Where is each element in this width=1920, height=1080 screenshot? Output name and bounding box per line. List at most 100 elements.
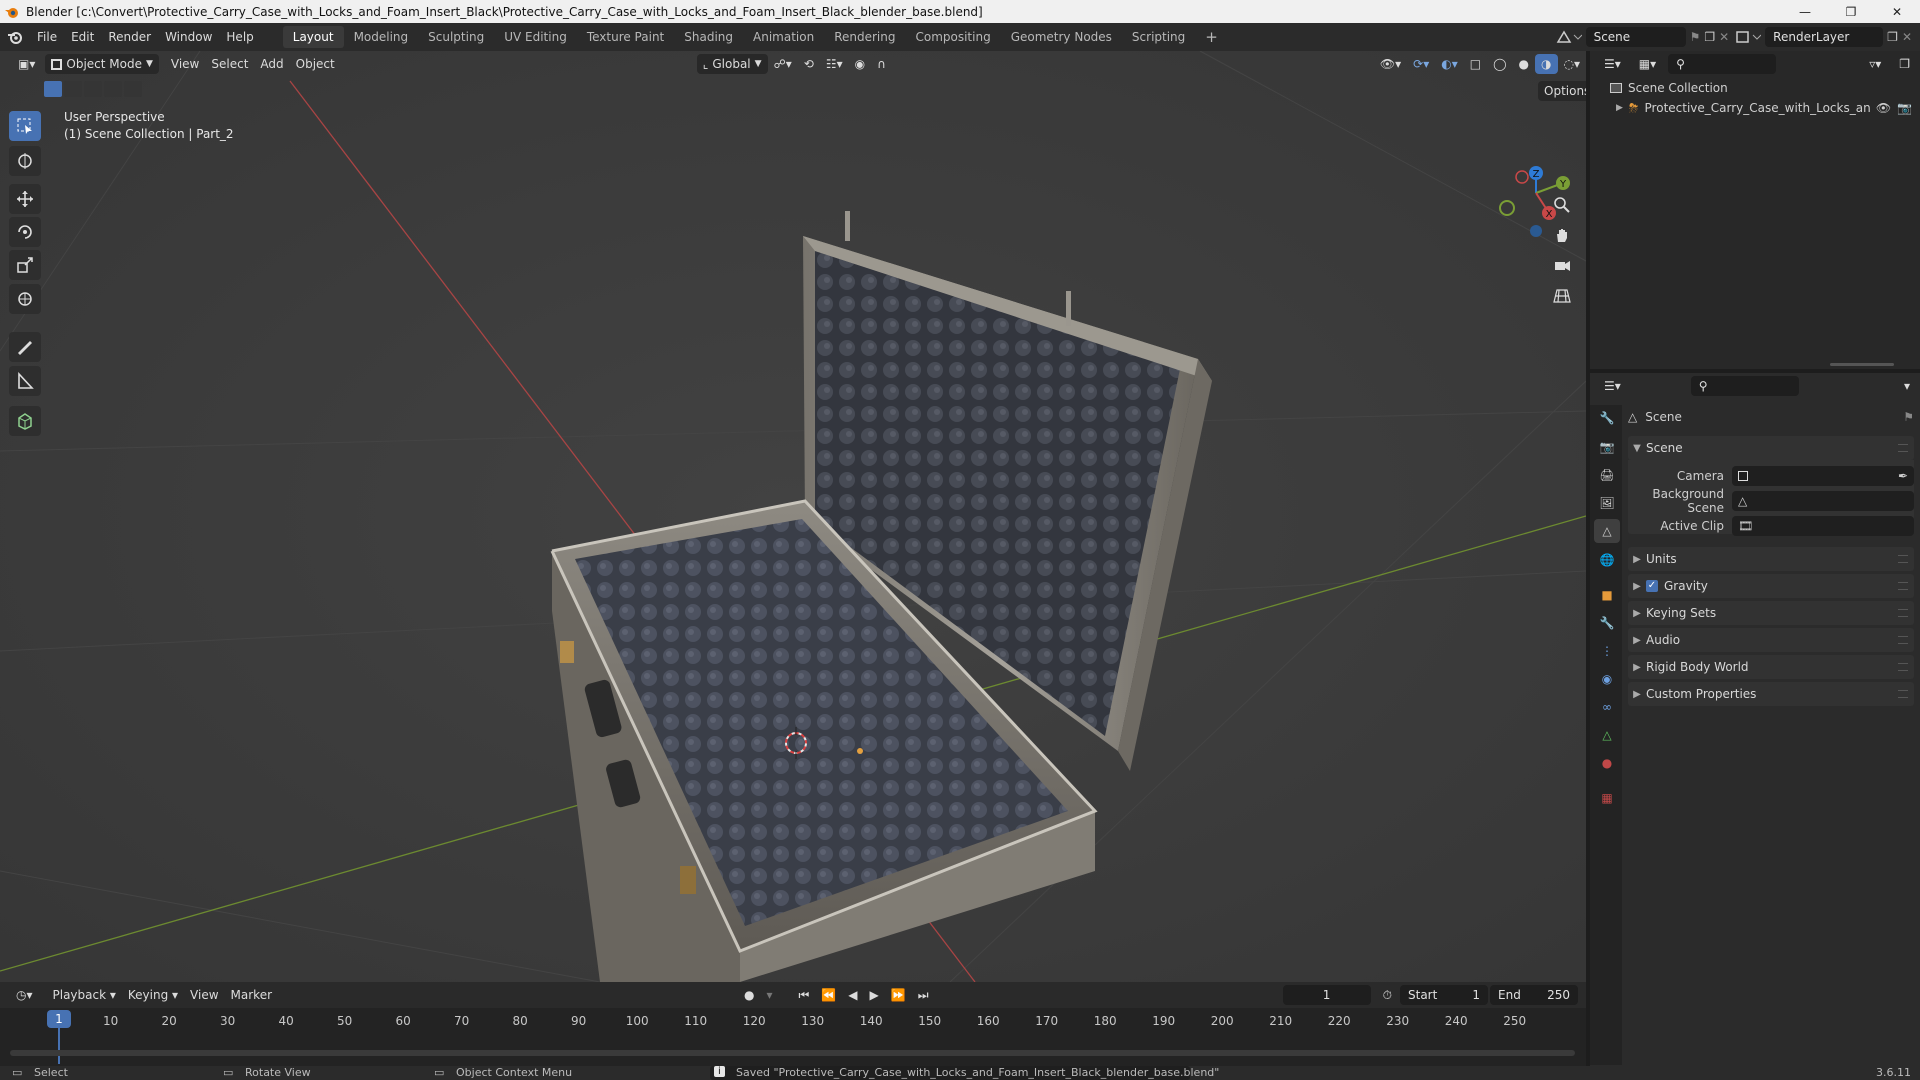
menu-help[interactable]: Help xyxy=(219,26,260,48)
outliner-editor[interactable]: ☰▾ ▦▾ ⚲ ▿▾ ❐ Scene Collection ▶ ⛈ Protec… xyxy=(1590,51,1920,369)
view-layer-tab-icon[interactable]: 🖼 xyxy=(1594,491,1620,515)
expand-arrow-icon[interactable]: ▶ xyxy=(1616,103,1623,113)
world-tab-icon[interactable]: 🌐 xyxy=(1594,548,1620,572)
background-scene-field[interactable]: △ xyxy=(1732,491,1914,511)
menu-marker[interactable]: Marker xyxy=(225,985,278,1005)
shading-wireframe-icon[interactable]: ◯ xyxy=(1487,54,1512,74)
display-mode-icon[interactable]: ▦▾ xyxy=(1633,54,1662,74)
tab-geometry-nodes[interactable]: Geometry Nodes xyxy=(1001,26,1122,48)
pan-view-icon[interactable] xyxy=(1548,221,1576,249)
shading-material-icon[interactable]: ◑ xyxy=(1535,54,1558,74)
renderlayer-name-field[interactable]: RenderLayer xyxy=(1765,27,1884,47)
pivot-point-icon[interactable]: ☍▾ xyxy=(768,54,798,74)
menu-keying[interactable]: Keying ▾ xyxy=(122,985,184,1005)
pin-scene-icon[interactable]: ⚑ xyxy=(1690,30,1701,44)
properties-editor-type-icon[interactable]: ☰▾ xyxy=(1598,376,1627,396)
units-panel-header[interactable]: ▶ Units xyxy=(1628,547,1914,571)
tab-uv-editing[interactable]: UV Editing xyxy=(494,26,577,48)
drag-handle-icon[interactable] xyxy=(1898,636,1908,644)
select-box-tool-icon[interactable] xyxy=(9,111,41,141)
select-extend-icon[interactable] xyxy=(64,81,82,97)
options-dropdown[interactable]: Options ▾ xyxy=(1538,81,1586,101)
timeline-editor[interactable]: ◷▾ Playback ▾ Keying ▾ View Marker ● ▾ ⏮… xyxy=(0,982,1586,1066)
overlay-toggle-icon[interactable]: ◐▾ xyxy=(1435,54,1464,74)
play-reverse-icon[interactable]: ◀ xyxy=(842,985,863,1005)
tab-modeling[interactable]: Modeling xyxy=(344,26,419,48)
material-tab-icon[interactable]: ● xyxy=(1594,751,1620,775)
new-view-layer-icon[interactable]: ❐ xyxy=(1887,30,1898,44)
current-frame-field[interactable]: 1 xyxy=(1282,985,1371,1005)
tab-sculpting[interactable]: Sculpting xyxy=(418,26,494,48)
rotate-tool-icon[interactable] xyxy=(9,217,41,247)
tab-animation[interactable]: Animation xyxy=(743,26,824,48)
auto-keying-icon[interactable]: ● xyxy=(738,985,760,1005)
visibility-icon[interactable]: 👁▾ xyxy=(1374,54,1407,74)
timeline-ruler[interactable]: 10 20 30 40 50 60 70 80 90 100 110 120 130 140 150 160 1… xyxy=(0,1008,1586,1054)
xray-toggle-icon[interactable]: □ xyxy=(1464,54,1487,74)
eyedropper-icon[interactable]: ✒ xyxy=(1898,469,1908,483)
scene-tab-icon[interactable]: △ xyxy=(1594,519,1620,543)
rigid-body-world-panel-header[interactable]: ▶ Rigid Body World xyxy=(1628,655,1914,679)
data-tab-icon[interactable]: △ xyxy=(1594,723,1620,747)
pin-icon[interactable]: ⚑ xyxy=(1903,410,1914,424)
menu-select[interactable]: Select xyxy=(205,54,254,74)
delete-scene-icon[interactable]: ✕ xyxy=(1719,30,1729,44)
measure-tool-icon[interactable] xyxy=(9,366,41,396)
keying-sets-panel-header[interactable]: ▶ Keying Sets xyxy=(1628,601,1914,625)
scene-icon[interactable] xyxy=(1556,29,1582,45)
outliner-search-input[interactable]: ⚲ xyxy=(1668,54,1777,74)
menu-edit[interactable]: Edit xyxy=(64,26,101,48)
jump-start-icon[interactable]: ⏮ xyxy=(793,985,816,1005)
keying-set-icon[interactable]: ▾ xyxy=(761,985,779,1005)
audio-panel-header[interactable]: ▶ Audio xyxy=(1628,628,1914,652)
drag-handle-icon[interactable] xyxy=(1898,555,1908,563)
scene-panel-header[interactable]: ▼ Scene xyxy=(1628,436,1914,460)
3d-viewport[interactable]: Z Y X ▣▾ Object Mode ▼ View Select Add O… xyxy=(0,51,1586,982)
cursor-tool-icon[interactable] xyxy=(9,146,41,176)
drag-handle-icon[interactable] xyxy=(1898,663,1908,671)
drag-handle-icon[interactable] xyxy=(1898,582,1908,590)
menu-add[interactable]: Add xyxy=(254,54,289,74)
visibility-eye-icon[interactable]: 👁 xyxy=(1876,101,1891,115)
constraints-tab-icon[interactable]: ∞ xyxy=(1594,695,1620,719)
tab-shading[interactable]: Shading xyxy=(674,26,743,48)
jump-prev-key-icon[interactable]: ⏪ xyxy=(815,985,842,1005)
properties-search-input[interactable]: ⚲ xyxy=(1690,376,1799,396)
tab-compositing[interactable]: Compositing xyxy=(905,26,1000,48)
object-tab-icon[interactable]: ■ xyxy=(1594,583,1620,607)
outliner-row-object[interactable]: ▶ ⛈ Protective_Carry_Case_with_Locks_and… xyxy=(1616,99,1916,117)
snap-target-icon[interactable]: ☷▾ xyxy=(820,54,849,74)
camera-field[interactable]: ✒ xyxy=(1732,466,1914,486)
gravity-panel-header[interactable]: ▶ ✓ Gravity xyxy=(1628,574,1914,598)
transform-orientation-dropdown[interactable]: ⌞ Global ▼ xyxy=(696,54,768,74)
new-collection-icon[interactable]: ❐ xyxy=(1893,54,1916,74)
select-new-icon[interactable] xyxy=(44,81,62,97)
tool-tab-icon[interactable]: 🔧 xyxy=(1594,406,1620,430)
blender-menu-icon[interactable] xyxy=(0,29,30,45)
move-tool-icon[interactable] xyxy=(9,184,41,214)
menu-file[interactable]: File xyxy=(30,26,64,48)
filter-icon[interactable]: ▿▾ xyxy=(1863,54,1887,74)
maximize-button[interactable]: ❐ xyxy=(1828,0,1874,23)
delete-view-layer-icon[interactable]: ✕ xyxy=(1902,30,1912,44)
drag-handle-icon[interactable] xyxy=(1898,690,1908,698)
preview-range-icon[interactable]: ⏱ xyxy=(1377,985,1398,1005)
zoom-view-icon[interactable] xyxy=(1548,191,1576,219)
falloff-icon[interactable]: ∩ xyxy=(871,54,892,74)
tab-texture-paint[interactable]: Texture Paint xyxy=(577,26,674,48)
menu-playback[interactable]: Playback ▾ xyxy=(47,985,122,1005)
outliner-editor-type-icon[interactable]: ☰▾ xyxy=(1598,54,1627,74)
snap-icon[interactable]: ⟲ xyxy=(798,54,820,74)
menu-object[interactable]: Object xyxy=(290,54,341,74)
menu-view[interactable]: View xyxy=(165,54,205,74)
proportional-edit-icon[interactable]: ◉ xyxy=(849,54,871,74)
texture-tab-icon[interactable]: ▦ xyxy=(1594,786,1620,810)
select-subtract-icon[interactable] xyxy=(84,81,102,97)
mode-dropdown[interactable]: Object Mode ▼ xyxy=(45,54,159,74)
drag-handle-icon[interactable] xyxy=(1898,444,1908,452)
scale-tool-icon[interactable] xyxy=(9,250,41,280)
minimize-button[interactable]: — xyxy=(1782,0,1828,23)
add-cube-tool-icon[interactable] xyxy=(9,406,41,436)
editor-type-icon[interactable]: ▣▾ xyxy=(12,54,41,74)
camera-view-icon[interactable] xyxy=(1548,251,1576,279)
